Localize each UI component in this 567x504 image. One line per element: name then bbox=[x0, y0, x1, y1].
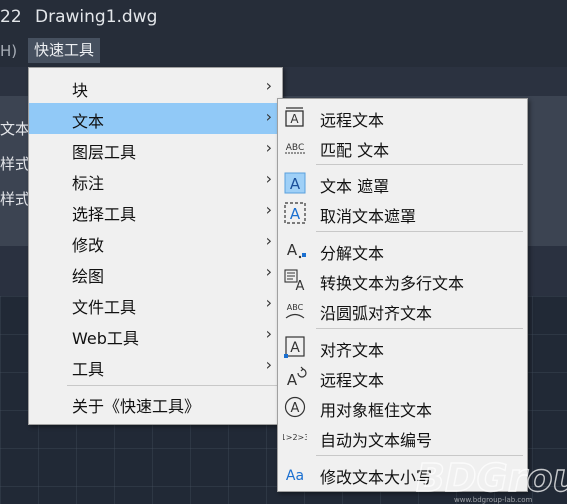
submenu-item-match-text[interactable]: ABC 匹配 文本 bbox=[278, 132, 527, 162]
submenu-item-explode-text[interactable]: A 分解文本 bbox=[278, 235, 527, 265]
remote-text-icon: A bbox=[285, 107, 304, 127]
svg-text:A: A bbox=[287, 371, 298, 388]
menu-item-block[interactable]: 块 › bbox=[29, 72, 282, 103]
change-case-icon: Aa bbox=[286, 468, 304, 484]
menu-item-text[interactable]: 文本 › bbox=[29, 103, 282, 134]
submenu-arrow-icon: › bbox=[265, 231, 272, 250]
menu-item-label: 标注 bbox=[72, 174, 105, 193]
svg-text:A: A bbox=[290, 205, 301, 223]
svg-text:1>2>3: 1>2>3 bbox=[283, 433, 307, 442]
convert-mtext-icon: A bbox=[284, 269, 305, 291]
submenu-item-label: 取消文本遮罩 bbox=[320, 207, 417, 226]
explode-text-icon: A bbox=[287, 241, 306, 259]
submenu-arrow-icon: › bbox=[265, 200, 272, 219]
submenu-item-remote-text[interactable]: A 远程文本 bbox=[278, 102, 527, 132]
submenu-item-label: 转换文本为多行文本 bbox=[320, 274, 465, 293]
panel-item: 样式 bbox=[0, 155, 31, 173]
svg-text:A: A bbox=[296, 279, 305, 291]
menu-item-label: 块 bbox=[72, 81, 89, 100]
enclose-text-icon: A bbox=[284, 396, 306, 418]
submenu-item-label: 对齐文本 bbox=[320, 341, 385, 360]
submenu-item-auto-number[interactable]: 1>2>3 自动为文本编号 bbox=[278, 422, 527, 452]
svg-text:A: A bbox=[291, 401, 300, 416]
match-text-icon: ABC bbox=[285, 143, 305, 154]
menu-item-web-tools[interactable]: Web工具 › bbox=[29, 320, 282, 351]
menu-item-label: 关于《快速工具》 bbox=[72, 397, 201, 416]
menu-item-label: 工具 bbox=[72, 360, 105, 379]
menu-item-modify[interactable]: 修改 › bbox=[29, 227, 282, 258]
submenu-item-convert-mtext[interactable]: A 转换文本为多行文本 bbox=[278, 265, 527, 295]
menu-item-label: 绘图 bbox=[72, 267, 105, 286]
submenu-item-arc-align-text[interactable]: ABC 沿圆弧对齐文本 bbox=[278, 295, 527, 325]
submenu-item-label: 分解文本 bbox=[320, 244, 385, 263]
svg-text:A: A bbox=[290, 112, 299, 126]
submenu-item-label: 匹配 文本 bbox=[320, 141, 390, 160]
submenu-item-label: 沿圆弧对齐文本 bbox=[320, 304, 433, 323]
document-title: Drawing1.dwg bbox=[35, 7, 158, 27]
arc-align-text-icon: ABC bbox=[285, 303, 305, 319]
menu-item-label: 修改 bbox=[72, 236, 105, 255]
submenu-arrow-icon: › bbox=[265, 355, 272, 374]
menu-item-label: 图层工具 bbox=[72, 143, 137, 162]
menu-separator bbox=[67, 385, 278, 386]
submenu-item-label: 自动为文本编号 bbox=[320, 431, 433, 450]
submenu-item-label: 远程文本 bbox=[320, 111, 385, 130]
bdgroup-watermark: BDGroup www.bdgroup-lab.com bbox=[415, 455, 567, 504]
submenu-arrow-icon: › bbox=[265, 262, 272, 281]
menu-item-tools[interactable]: 工具 › bbox=[29, 351, 282, 382]
menu-item-label: 文本 bbox=[72, 112, 105, 131]
submenu-item-align-text[interactable]: A 对齐文本 bbox=[278, 332, 527, 362]
menu-separator bbox=[316, 231, 523, 232]
submenu-arrow-icon: › bbox=[265, 293, 272, 312]
svg-text:Aa: Aa bbox=[286, 468, 304, 484]
submenu-item-label: 远程文本 bbox=[320, 371, 385, 390]
svg-text:A: A bbox=[287, 241, 298, 259]
submenu-arrow-icon: › bbox=[265, 169, 272, 188]
menu-item-file-tools[interactable]: 文件工具 › bbox=[29, 289, 282, 320]
svg-text:A: A bbox=[290, 175, 301, 193]
quick-tools-menu: 块 › 文本 › 图层工具 › 标注 › 选择工具 › 修改 › 绘图 › 文件… bbox=[28, 67, 283, 425]
menu-item-layer-tools[interactable]: 图层工具 › bbox=[29, 134, 282, 165]
menu-item-label: 选择工具 bbox=[72, 205, 137, 224]
svg-text:A: A bbox=[290, 340, 300, 356]
align-text-icon: A bbox=[284, 336, 305, 358]
panel-item: 样式 bbox=[0, 190, 31, 208]
panel-item: 文本 bbox=[0, 120, 31, 138]
submenu-arrow-icon: › bbox=[265, 107, 272, 126]
menu-separator bbox=[316, 328, 523, 329]
submenu-item-label: 用对象框住文本 bbox=[320, 401, 433, 420]
menu-bar: H) 快速工具 bbox=[0, 36, 567, 67]
watermark-logo-text: BDGroup bbox=[416, 456, 567, 500]
menu-separator bbox=[316, 164, 523, 165]
unmask-text-icon: A bbox=[284, 202, 306, 224]
remote-text-refresh-icon: A bbox=[287, 366, 307, 388]
menu-item-about[interactable]: 关于《快速工具》 bbox=[29, 388, 282, 419]
submenu-arrow-icon: › bbox=[265, 138, 272, 157]
menu-item-dimension[interactable]: 标注 › bbox=[29, 165, 282, 196]
text-mask-icon: A bbox=[284, 172, 306, 194]
submenu-item-label: 文本 遮罩 bbox=[320, 177, 390, 196]
auto-number-icon: 1>2>3 bbox=[283, 433, 307, 442]
submenu-arrow-icon: › bbox=[265, 324, 272, 343]
title-number: 22 bbox=[0, 7, 22, 27]
watermark-url: www.bdgroup-lab.com bbox=[454, 496, 533, 504]
submenu-arrow-icon: › bbox=[265, 76, 272, 95]
text-submenu: A 远程文本 ABC 匹配 文本 A 文本 遮罩 A 取消文本遮罩 A 分解文本 bbox=[277, 98, 528, 492]
submenu-item-remote-text-2[interactable]: A 远程文本 bbox=[278, 362, 527, 392]
submenu-item-unmask-text[interactable]: A 取消文本遮罩 bbox=[278, 198, 527, 228]
menu-item-label: Web工具 bbox=[72, 329, 139, 348]
title-bar: 22 Drawing1.dwg bbox=[0, 0, 567, 36]
svg-text:ABC: ABC bbox=[287, 303, 304, 312]
submenu-item-text-mask[interactable]: A 文本 遮罩 bbox=[278, 168, 527, 198]
menu-item-selection-tools[interactable]: 选择工具 › bbox=[29, 196, 282, 227]
svg-text:ABC: ABC bbox=[286, 143, 304, 153]
submenu-item-enclose-text[interactable]: A 用对象框住文本 bbox=[278, 392, 527, 422]
menubar-prev-item[interactable]: H) bbox=[0, 42, 17, 60]
menubar-quick-tools[interactable]: 快速工具 bbox=[28, 38, 101, 63]
menu-item-label: 文件工具 bbox=[72, 298, 137, 317]
menu-item-draw[interactable]: 绘图 › bbox=[29, 258, 282, 289]
